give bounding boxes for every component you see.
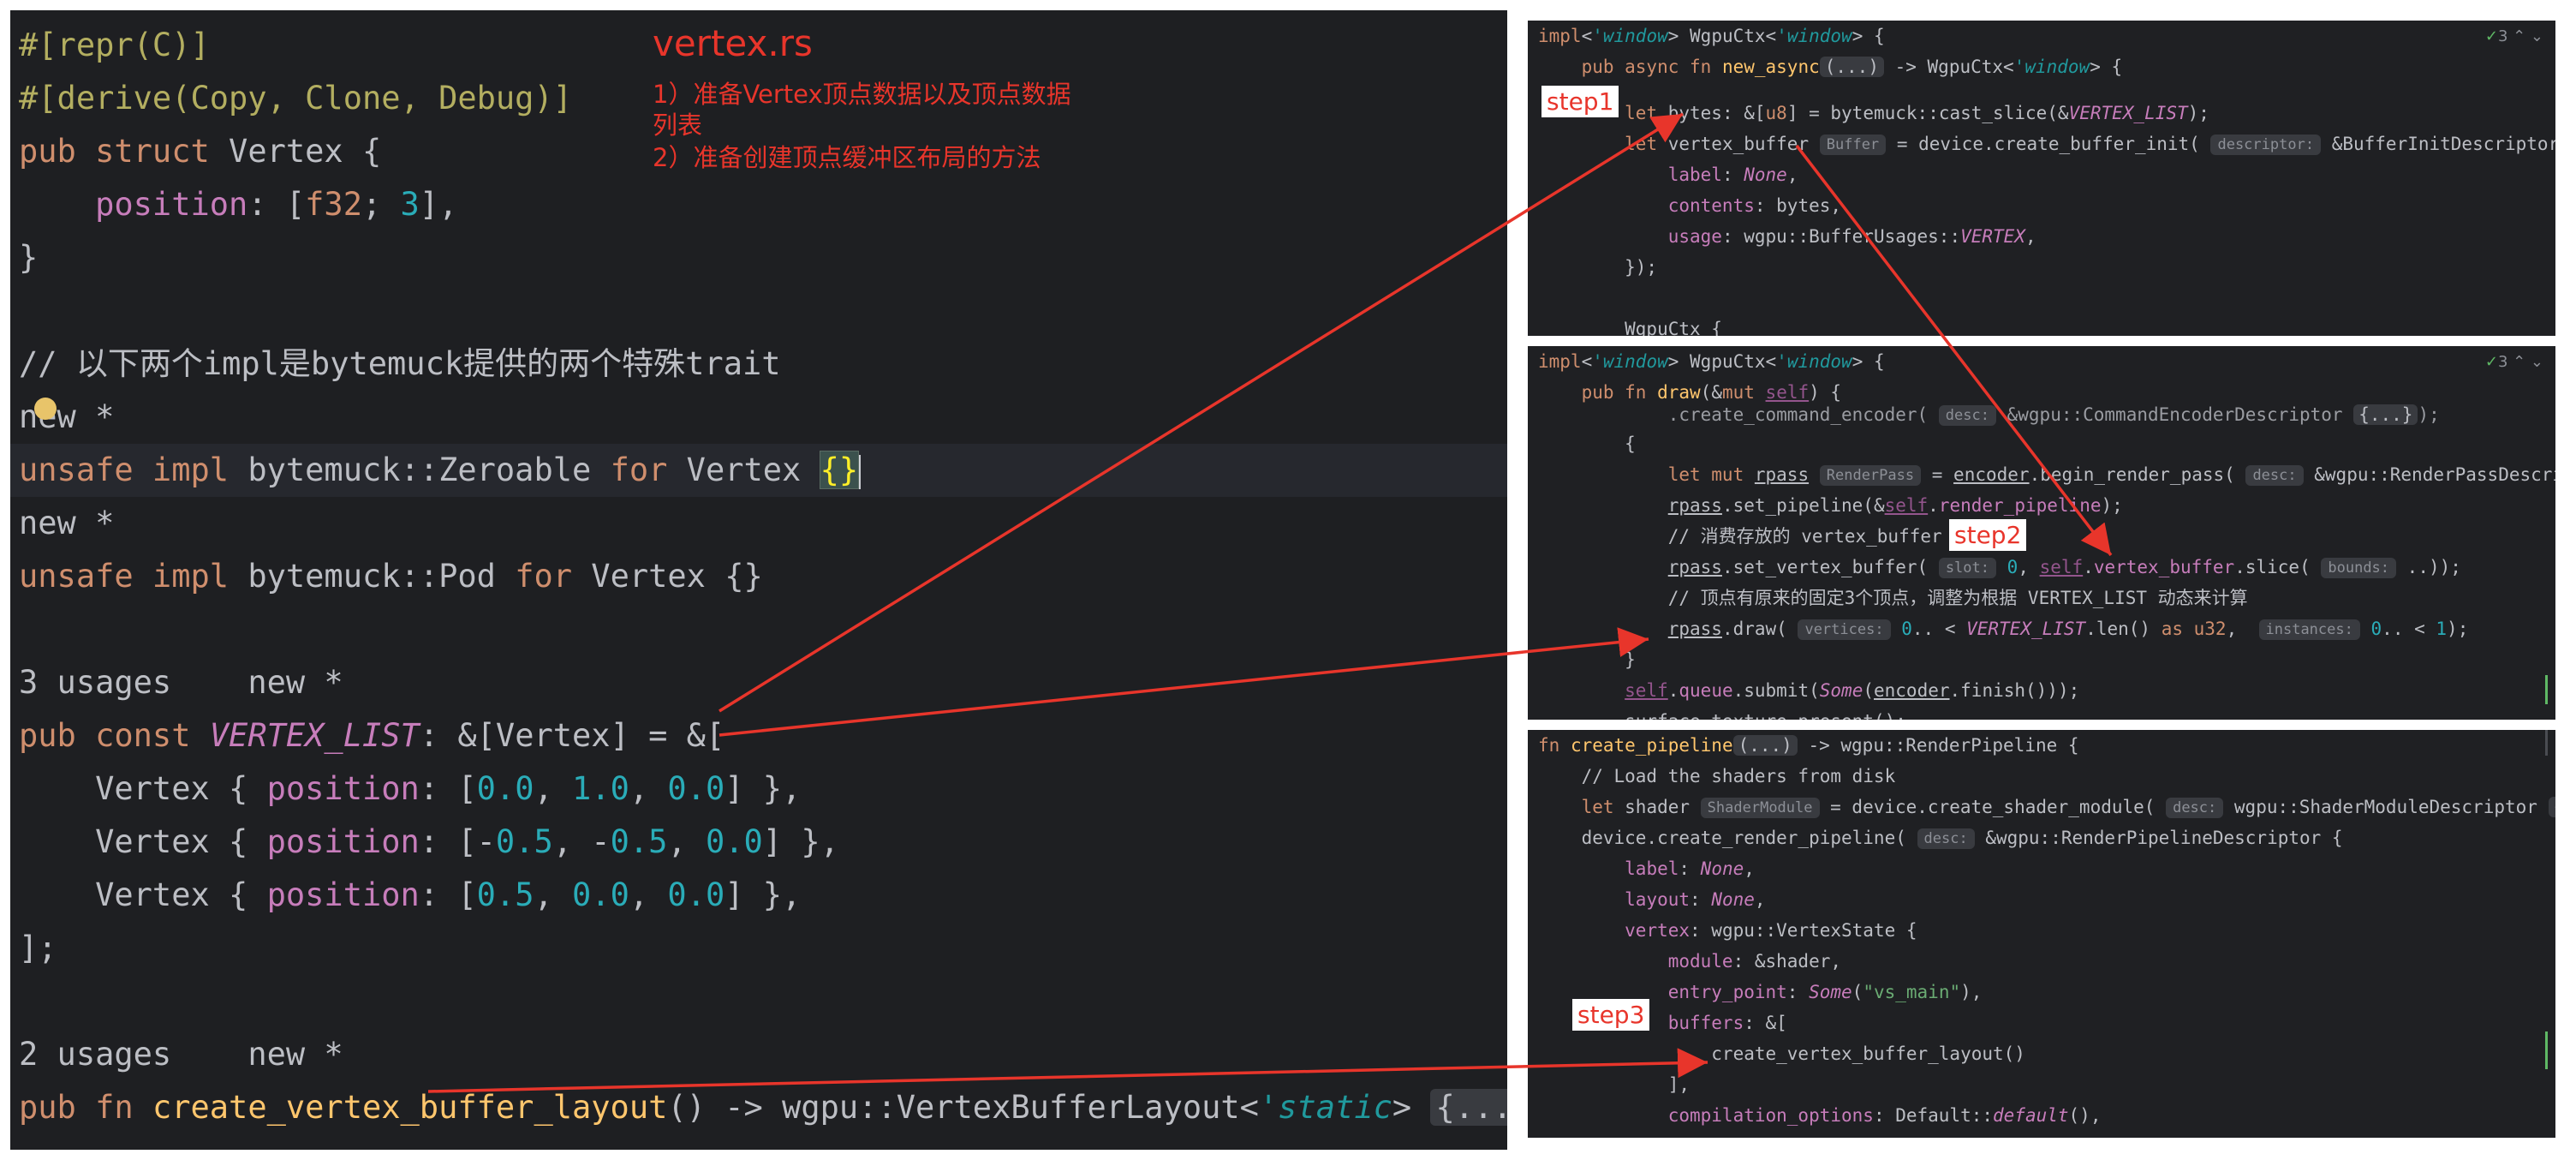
change-marker [2545, 675, 2548, 704]
code-line: pub fn create_vertex_buffer_layout() -> … [10, 1081, 1507, 1134]
inspection-indicator[interactable]: ✓3 ⌃ ⌄ [2485, 353, 2543, 371]
code-line: #[repr(C)] [19, 27, 210, 63]
text-caret [858, 454, 862, 489]
inlay-hint-new: new * [19, 398, 115, 435]
code-line: position: [f32; 3], [95, 186, 458, 223]
code-line-current: unsafe impl bytemuck::Zeroable for Verte… [10, 444, 1507, 497]
lightbulb-icon[interactable] [34, 398, 57, 420]
step-label: step2 [1949, 519, 2027, 551]
code-line: ]; [19, 930, 57, 966]
code-line: } [19, 239, 39, 276]
code-pane-draw[interactable]: ✓3 ⌃ ⌄ impl<'window> WgpuCtx<'window> { … [1528, 346, 2555, 720]
inspection-indicator[interactable]: ✓3 ⌃ ⌄ [2485, 27, 2543, 45]
code-line: pub struct Vertex { [19, 133, 382, 170]
step-label: step3 [1572, 999, 1650, 1031]
change-marker [2545, 1031, 2548, 1069]
annotation-file-name: vertex.rs [653, 22, 813, 64]
inlay-hint-new: new * [19, 505, 115, 541]
inlay-hint-usages[interactable]: 3 usages new * [10, 656, 343, 709]
code-pane-new-async[interactable]: ✓3 ⌃ ⌄ impl<'window> WgpuCtx<'window> { … [1528, 21, 2555, 336]
code-line: unsafe impl bytemuck::Pod for Vertex {} [19, 558, 763, 595]
step-label: step1 [1541, 86, 1619, 117]
main-code-editor[interactable]: #[repr(C)] #[derive(Copy, Clone, Debug)]… [10, 10, 1507, 1150]
inlay-hint-usages[interactable]: 2 usages new * [10, 1028, 343, 1081]
code-comment: // 以下两个impl是bytemuck提供的两个特殊trait [19, 345, 781, 382]
annotation-note: 2）准备创建顶点缓冲区布局的方法 [653, 143, 1041, 172]
code-line: Vertex { position: [-0.5, -0.5, 0.0] }, [19, 823, 839, 860]
code-line: Vertex { position: [0.5, 0.0, 0.0] }, [19, 876, 802, 913]
code-line: pub const VERTEX_LIST: &[Vertex] = &[ [19, 717, 725, 754]
annotation-note: 列表 [653, 111, 703, 140]
code-line: #[derive(Copy, Clone, Debug)] [19, 80, 573, 117]
annotation-note: 1）准备Vertex顶点数据以及顶点数据 [653, 80, 1071, 109]
folded-code[interactable]: {...} [1430, 1089, 1507, 1126]
code-line: Vertex { position: [0.0, 1.0, 0.0] }, [19, 770, 802, 807]
change-marker [2545, 730, 2548, 756]
code-pane-create-pipeline[interactable]: fn create_pipeline (...) -> wgpu::RenderP… [1528, 730, 2555, 1138]
